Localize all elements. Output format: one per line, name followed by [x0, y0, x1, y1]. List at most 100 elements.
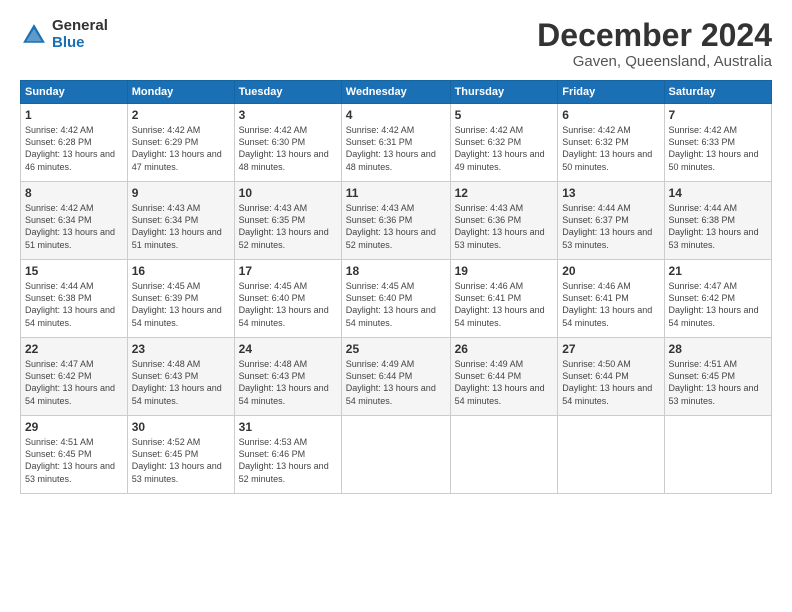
- calendar-cell: 16 Sunrise: 4:45 AMSunset: 6:39 PMDaylig…: [127, 260, 234, 338]
- day-number: 17: [239, 264, 337, 278]
- day-info: Sunrise: 4:43 AMSunset: 6:34 PMDaylight:…: [132, 202, 230, 251]
- day-info: Sunrise: 4:47 AMSunset: 6:42 PMDaylight:…: [669, 280, 767, 329]
- day-info: Sunrise: 4:52 AMSunset: 6:45 PMDaylight:…: [132, 436, 230, 485]
- calendar-cell: 9 Sunrise: 4:43 AMSunset: 6:34 PMDayligh…: [127, 182, 234, 260]
- calendar-cell: 22 Sunrise: 4:47 AMSunset: 6:42 PMDaylig…: [21, 338, 128, 416]
- calendar-week-row: 22 Sunrise: 4:47 AMSunset: 6:42 PMDaylig…: [21, 338, 772, 416]
- calendar-cell: 26 Sunrise: 4:49 AMSunset: 6:44 PMDaylig…: [450, 338, 558, 416]
- day-number: 2: [132, 108, 230, 122]
- day-number: 21: [669, 264, 767, 278]
- weekday-header: Sunday: [21, 81, 128, 104]
- day-number: 24: [239, 342, 337, 356]
- calendar-body: 1 Sunrise: 4:42 AMSunset: 6:28 PMDayligh…: [21, 104, 772, 494]
- day-number: 18: [346, 264, 446, 278]
- calendar-cell: 4 Sunrise: 4:42 AMSunset: 6:31 PMDayligh…: [341, 104, 450, 182]
- calendar-cell: 28 Sunrise: 4:51 AMSunset: 6:45 PMDaylig…: [664, 338, 771, 416]
- day-info: Sunrise: 4:51 AMSunset: 6:45 PMDaylight:…: [669, 358, 767, 407]
- calendar-cell: 30 Sunrise: 4:52 AMSunset: 6:45 PMDaylig…: [127, 416, 234, 494]
- day-number: 25: [346, 342, 446, 356]
- calendar-cell: 5 Sunrise: 4:42 AMSunset: 6:32 PMDayligh…: [450, 104, 558, 182]
- day-info: Sunrise: 4:47 AMSunset: 6:42 PMDaylight:…: [25, 358, 123, 407]
- day-number: 22: [25, 342, 123, 356]
- day-number: 27: [562, 342, 659, 356]
- day-info: Sunrise: 4:45 AMSunset: 6:40 PMDaylight:…: [239, 280, 337, 329]
- calendar-cell: 20 Sunrise: 4:46 AMSunset: 6:41 PMDaylig…: [558, 260, 664, 338]
- day-info: Sunrise: 4:48 AMSunset: 6:43 PMDaylight:…: [132, 358, 230, 407]
- day-info: Sunrise: 4:44 AMSunset: 6:37 PMDaylight:…: [562, 202, 659, 251]
- header: General Blue December 2024 Gaven, Queens…: [20, 18, 772, 70]
- title-area: December 2024 Gaven, Queensland, Austral…: [537, 18, 772, 70]
- calendar-cell: 10 Sunrise: 4:43 AMSunset: 6:35 PMDaylig…: [234, 182, 341, 260]
- calendar-week-row: 29 Sunrise: 4:51 AMSunset: 6:45 PMDaylig…: [21, 416, 772, 494]
- day-number: 5: [455, 108, 554, 122]
- day-info: Sunrise: 4:46 AMSunset: 6:41 PMDaylight:…: [562, 280, 659, 329]
- weekday-header: Thursday: [450, 81, 558, 104]
- calendar-cell: 31 Sunrise: 4:53 AMSunset: 6:46 PMDaylig…: [234, 416, 341, 494]
- logo-general: General: [52, 18, 108, 35]
- day-number: 6: [562, 108, 659, 122]
- calendar-cell: 14 Sunrise: 4:44 AMSunset: 6:38 PMDaylig…: [664, 182, 771, 260]
- main-title: December 2024: [537, 18, 772, 53]
- weekday-row: SundayMondayTuesdayWednesdayThursdayFrid…: [21, 81, 772, 104]
- day-number: 14: [669, 186, 767, 200]
- calendar-cell: 21 Sunrise: 4:47 AMSunset: 6:42 PMDaylig…: [664, 260, 771, 338]
- day-number: 3: [239, 108, 337, 122]
- weekday-header: Wednesday: [341, 81, 450, 104]
- page: General Blue December 2024 Gaven, Queens…: [0, 0, 792, 612]
- calendar-cell: 3 Sunrise: 4:42 AMSunset: 6:30 PMDayligh…: [234, 104, 341, 182]
- day-info: Sunrise: 4:45 AMSunset: 6:39 PMDaylight:…: [132, 280, 230, 329]
- day-number: 13: [562, 186, 659, 200]
- day-number: 26: [455, 342, 554, 356]
- day-info: Sunrise: 4:48 AMSunset: 6:43 PMDaylight:…: [239, 358, 337, 407]
- day-info: Sunrise: 4:42 AMSunset: 6:30 PMDaylight:…: [239, 124, 337, 173]
- subtitle: Gaven, Queensland, Australia: [537, 53, 772, 70]
- day-info: Sunrise: 4:42 AMSunset: 6:34 PMDaylight:…: [25, 202, 123, 251]
- day-info: Sunrise: 4:44 AMSunset: 6:38 PMDaylight:…: [669, 202, 767, 251]
- day-info: Sunrise: 4:49 AMSunset: 6:44 PMDaylight:…: [346, 358, 446, 407]
- calendar-cell: [664, 416, 771, 494]
- calendar-cell: 25 Sunrise: 4:49 AMSunset: 6:44 PMDaylig…: [341, 338, 450, 416]
- day-info: Sunrise: 4:51 AMSunset: 6:45 PMDaylight:…: [25, 436, 123, 485]
- day-number: 16: [132, 264, 230, 278]
- calendar-cell: 8 Sunrise: 4:42 AMSunset: 6:34 PMDayligh…: [21, 182, 128, 260]
- day-number: 28: [669, 342, 767, 356]
- day-number: 1: [25, 108, 123, 122]
- day-number: 30: [132, 420, 230, 434]
- calendar-cell: 29 Sunrise: 4:51 AMSunset: 6:45 PMDaylig…: [21, 416, 128, 494]
- day-info: Sunrise: 4:42 AMSunset: 6:28 PMDaylight:…: [25, 124, 123, 173]
- calendar-cell: 1 Sunrise: 4:42 AMSunset: 6:28 PMDayligh…: [21, 104, 128, 182]
- day-info: Sunrise: 4:42 AMSunset: 6:32 PMDaylight:…: [455, 124, 554, 173]
- day-number: 11: [346, 186, 446, 200]
- weekday-header: Monday: [127, 81, 234, 104]
- day-info: Sunrise: 4:53 AMSunset: 6:46 PMDaylight:…: [239, 436, 337, 485]
- day-number: 23: [132, 342, 230, 356]
- day-number: 8: [25, 186, 123, 200]
- logo: General Blue: [20, 18, 108, 51]
- day-info: Sunrise: 4:44 AMSunset: 6:38 PMDaylight:…: [25, 280, 123, 329]
- day-info: Sunrise: 4:42 AMSunset: 6:31 PMDaylight:…: [346, 124, 446, 173]
- calendar-week-row: 8 Sunrise: 4:42 AMSunset: 6:34 PMDayligh…: [21, 182, 772, 260]
- logo-blue: Blue: [52, 35, 108, 52]
- day-info: Sunrise: 4:42 AMSunset: 6:29 PMDaylight:…: [132, 124, 230, 173]
- day-number: 20: [562, 264, 659, 278]
- calendar-cell: 18 Sunrise: 4:45 AMSunset: 6:40 PMDaylig…: [341, 260, 450, 338]
- calendar-week-row: 1 Sunrise: 4:42 AMSunset: 6:28 PMDayligh…: [21, 104, 772, 182]
- day-number: 10: [239, 186, 337, 200]
- day-info: Sunrise: 4:43 AMSunset: 6:36 PMDaylight:…: [346, 202, 446, 251]
- day-info: Sunrise: 4:42 AMSunset: 6:33 PMDaylight:…: [669, 124, 767, 173]
- calendar-header: SundayMondayTuesdayWednesdayThursdayFrid…: [21, 81, 772, 104]
- day-number: 9: [132, 186, 230, 200]
- calendar-week-row: 15 Sunrise: 4:44 AMSunset: 6:38 PMDaylig…: [21, 260, 772, 338]
- day-number: 19: [455, 264, 554, 278]
- logo-icon: [20, 21, 48, 49]
- logo-text: General Blue: [52, 18, 108, 51]
- calendar-cell: 2 Sunrise: 4:42 AMSunset: 6:29 PMDayligh…: [127, 104, 234, 182]
- day-number: 4: [346, 108, 446, 122]
- calendar-cell: 24 Sunrise: 4:48 AMSunset: 6:43 PMDaylig…: [234, 338, 341, 416]
- calendar-cell: 15 Sunrise: 4:44 AMSunset: 6:38 PMDaylig…: [21, 260, 128, 338]
- day-info: Sunrise: 4:43 AMSunset: 6:36 PMDaylight:…: [455, 202, 554, 251]
- weekday-header: Friday: [558, 81, 664, 104]
- day-info: Sunrise: 4:45 AMSunset: 6:40 PMDaylight:…: [346, 280, 446, 329]
- day-info: Sunrise: 4:49 AMSunset: 6:44 PMDaylight:…: [455, 358, 554, 407]
- calendar-cell: 6 Sunrise: 4:42 AMSunset: 6:32 PMDayligh…: [558, 104, 664, 182]
